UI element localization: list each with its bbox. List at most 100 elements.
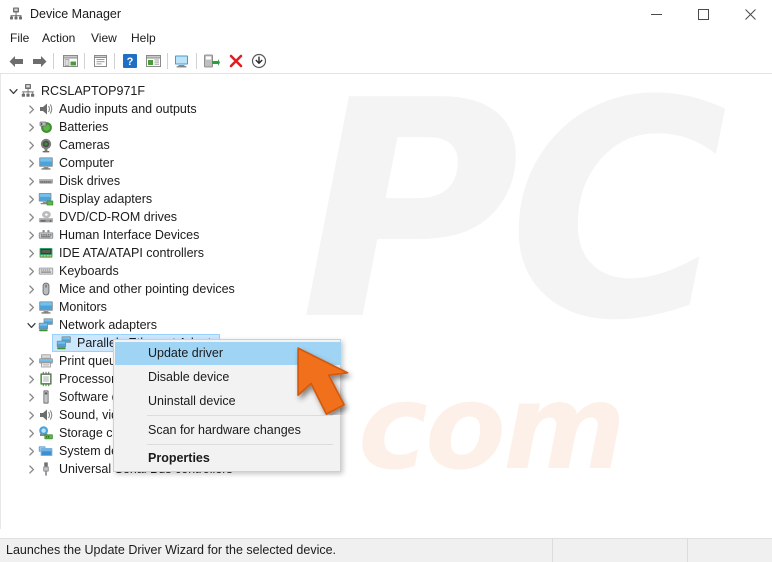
tree-item[interactable]: Mice and other pointing devices (0, 280, 772, 298)
monitor-icon (38, 155, 54, 171)
chevron-right-icon[interactable] (24, 190, 38, 208)
chevron-right-icon[interactable] (24, 442, 38, 460)
minimize-button[interactable] (633, 0, 679, 28)
chevron-right-icon[interactable] (24, 370, 38, 388)
uninstall-device-icon[interactable] (226, 51, 246, 71)
context-menu-item-update-driver[interactable]: Update driver (115, 342, 341, 365)
chevron-right-icon[interactable] (24, 208, 38, 226)
chevron-right-icon[interactable] (24, 298, 38, 316)
tree-item-label: RCSLAPTOP971F (41, 84, 145, 98)
tree-item[interactable]: Computer (0, 154, 772, 172)
chevron-right-icon[interactable] (24, 406, 38, 424)
disable-device-icon[interactable] (249, 51, 269, 71)
tree-item-label: Human Interface Devices (59, 228, 200, 242)
maximize-icon (697, 8, 709, 20)
chevron-right-icon[interactable] (24, 154, 38, 172)
chevron-right-icon[interactable] (24, 262, 38, 280)
chevron-right-icon[interactable] (24, 226, 38, 244)
close-icon (744, 8, 756, 20)
tree-item-label: DVD/CD-ROM drives (59, 210, 178, 224)
computer-root-icon (20, 83, 36, 99)
help-icon[interactable]: ? (120, 51, 140, 71)
forward-icon[interactable] (29, 51, 49, 71)
tree-item-label: Mice and other pointing devices (59, 282, 235, 296)
tree-item[interactable]: Cameras (0, 136, 772, 154)
scan-for-hardware-changes-icon[interactable] (172, 51, 192, 71)
minimize-icon (650, 13, 662, 15)
toolbar-separator (114, 53, 115, 69)
window-title: Device Manager (30, 7, 122, 21)
tree-item-label: Monitors (59, 300, 107, 314)
toolbar-separator (53, 53, 54, 69)
tree-item[interactable]: DVD/CD-ROM drives (0, 208, 772, 226)
tree-item[interactable]: Display adapters (0, 190, 772, 208)
status-bar-message: Launches the Update Driver Wizard for th… (6, 543, 337, 557)
context-menu-separator (147, 444, 333, 445)
context-menu-item-scan-for-hardware-changes[interactable]: Scan for hardware changes (115, 419, 341, 442)
show-hide-console-tree-icon[interactable] (60, 51, 80, 71)
context-menu-item-properties[interactable]: Properties (115, 447, 341, 470)
close-button[interactable] (727, 0, 772, 28)
tree-item[interactable]: Monitors (0, 298, 772, 316)
chevron-right-icon[interactable] (24, 280, 38, 298)
window-bottom-strip (0, 529, 772, 538)
tree-root-item[interactable]: RCSLAPTOP971F (0, 82, 772, 100)
ide-controller-icon (38, 245, 54, 261)
software-device-icon (38, 389, 54, 405)
maximize-button[interactable] (680, 0, 726, 28)
svg-text:?: ? (127, 56, 134, 68)
hid-icon (38, 227, 54, 243)
status-bar-cell-3 (688, 539, 772, 562)
processor-icon (38, 371, 54, 387)
toolbar-separator (196, 53, 197, 69)
device-manager-icon (8, 6, 24, 22)
status-bar: Launches the Update Driver Wizard for th… (0, 538, 772, 562)
context-menu-item-uninstall-device[interactable]: Uninstall device (115, 390, 341, 413)
menu-item-file[interactable]: File (5, 30, 34, 47)
tree-item[interactable]: Disk drives (0, 172, 772, 190)
menu-item-action[interactable]: Action (37, 30, 80, 47)
chevron-right-icon[interactable] (24, 244, 38, 262)
tree-item[interactable]: IDE ATA/ATAPI controllers (0, 244, 772, 262)
display-adapter-icon (38, 191, 54, 207)
tree-item-label: Disk drives (59, 174, 121, 188)
chevron-down-icon[interactable] (6, 82, 20, 100)
status-bar-message-cell: Launches the Update Driver Wizard for th… (0, 539, 553, 562)
disk-drive-icon (38, 173, 54, 189)
tree-item-label: Computer (59, 156, 114, 170)
tree-item[interactable]: Network adapters (0, 316, 772, 334)
show-hide-action-pane-icon[interactable] (143, 51, 163, 71)
usb-icon (38, 461, 54, 477)
tree-item[interactable]: Keyboards (0, 262, 772, 280)
chevron-right-icon[interactable] (24, 100, 38, 118)
tree-item-label: Audio inputs and outputs (59, 102, 197, 116)
context-menu[interactable]: Update driver Disable device Uninstall d… (113, 339, 341, 472)
context-menu-item-disable-device[interactable]: Disable device (115, 366, 341, 389)
storage-controller-icon (38, 425, 54, 441)
chevron-down-icon[interactable] (24, 316, 38, 334)
status-bar-cell-2 (553, 539, 688, 562)
chevron-right-icon[interactable] (24, 136, 38, 154)
menu-item-view[interactable]: View (86, 30, 122, 47)
back-icon[interactable] (6, 51, 26, 71)
tree-item[interactable]: Human Interface Devices (0, 226, 772, 244)
properties-icon[interactable] (90, 51, 110, 71)
chevron-right-icon[interactable] (24, 460, 38, 478)
chevron-right-icon[interactable] (24, 424, 38, 442)
monitor-icon (38, 299, 54, 315)
chevron-right-icon[interactable] (24, 388, 38, 406)
tree-item[interactable]: Batteries (0, 118, 772, 136)
menu-item-help[interactable]: Help (126, 30, 161, 47)
system-device-icon (38, 443, 54, 459)
toolbar-separator (84, 53, 85, 69)
tree-item-label: IDE ATA/ATAPI controllers (59, 246, 204, 260)
tree-item[interactable]: Audio inputs and outputs (0, 100, 772, 118)
update-driver-icon[interactable] (202, 51, 222, 71)
speaker-icon (38, 407, 54, 423)
chevron-right-icon[interactable] (24, 352, 38, 370)
camera-icon (38, 137, 54, 153)
context-menu-separator (147, 415, 333, 416)
chevron-right-icon[interactable] (24, 118, 38, 136)
battery-icon (38, 119, 54, 135)
chevron-right-icon[interactable] (24, 172, 38, 190)
